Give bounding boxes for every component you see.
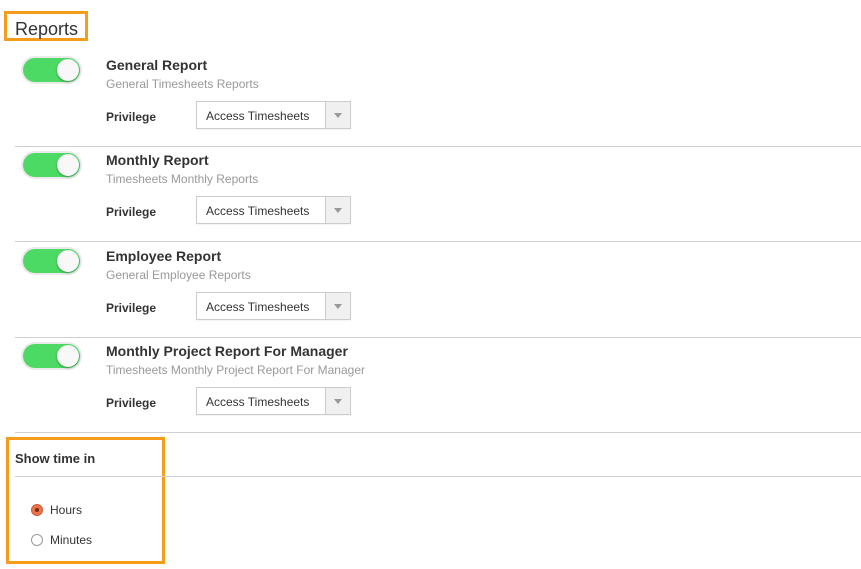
report-item: Employee Report General Employee Reports… xyxy=(15,243,861,338)
divider xyxy=(15,476,861,477)
toggle-knob xyxy=(57,345,79,367)
caret-down-icon xyxy=(334,399,342,404)
privilege-label: Privilege xyxy=(106,205,157,219)
radio-checked-icon[interactable] xyxy=(31,504,43,516)
section-title: Reports xyxy=(15,19,79,39)
report-title: Employee Report xyxy=(106,248,222,264)
divider xyxy=(15,432,861,433)
report-toggle[interactable] xyxy=(23,344,80,368)
privilege-select[interactable]: Access Timesheets xyxy=(196,387,351,415)
report-toggle[interactable] xyxy=(23,58,80,82)
privilege-select-value: Access Timesheets xyxy=(206,204,310,218)
toggle-knob xyxy=(57,250,79,272)
toggle-knob xyxy=(57,59,79,81)
privilege-label: Privilege xyxy=(106,396,157,410)
dropdown-arrow[interactable] xyxy=(325,388,350,414)
privilege-label: Privilege xyxy=(106,110,157,124)
show-time-title: Show time in xyxy=(15,451,96,466)
report-subtitle: Timesheets Monthly Project Report For Ma… xyxy=(106,363,365,377)
report-item: Monthly Report Timesheets Monthly Report… xyxy=(15,147,861,242)
report-title: Monthly Report xyxy=(106,152,209,168)
caret-down-icon xyxy=(334,208,342,213)
radio-label: Minutes xyxy=(50,533,93,547)
report-toggle[interactable] xyxy=(23,153,80,177)
report-subtitle: General Timesheets Reports xyxy=(106,77,259,91)
caret-down-icon xyxy=(334,304,342,309)
report-subtitle: Timesheets Monthly Reports xyxy=(106,172,259,186)
privilege-select-value: Access Timesheets xyxy=(206,395,310,409)
privilege-select[interactable]: Access Timesheets xyxy=(196,292,351,320)
report-item: Monthly Project Report For Manager Times… xyxy=(15,338,861,433)
report-subtitle: General Employee Reports xyxy=(106,268,251,282)
privilege-select-value: Access Timesheets xyxy=(206,300,310,314)
report-toggle[interactable] xyxy=(23,249,80,273)
privilege-select-value: Access Timesheets xyxy=(206,109,310,123)
dropdown-arrow[interactable] xyxy=(325,197,350,223)
radio-unchecked-icon[interactable] xyxy=(31,534,43,546)
privilege-select[interactable]: Access Timesheets xyxy=(196,196,351,224)
dropdown-arrow[interactable] xyxy=(325,102,350,128)
report-title: Monthly Project Report For Manager xyxy=(106,343,348,359)
report-title: General Report xyxy=(106,57,208,73)
caret-down-icon xyxy=(334,113,342,118)
report-item: General Report General Timesheets Report… xyxy=(15,52,861,147)
toggle-knob xyxy=(57,154,79,176)
radio-label: Hours xyxy=(50,503,83,517)
divider xyxy=(15,241,861,242)
privilege-select[interactable]: Access Timesheets xyxy=(196,101,351,129)
dropdown-arrow[interactable] xyxy=(325,293,350,319)
privilege-label: Privilege xyxy=(106,301,157,315)
